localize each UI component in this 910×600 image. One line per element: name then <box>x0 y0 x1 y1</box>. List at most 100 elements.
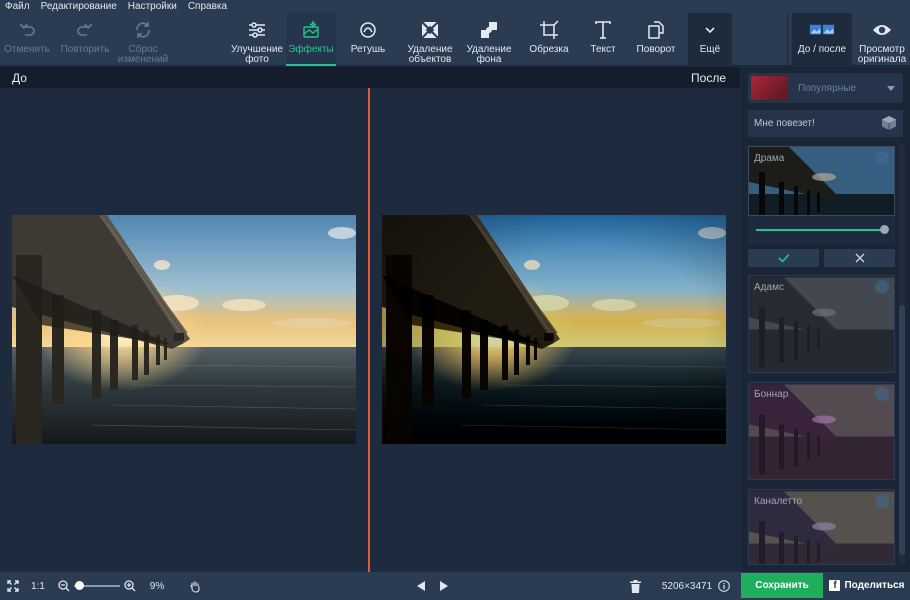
before-after-icon <box>809 17 835 43</box>
toolbar-separator <box>787 13 788 66</box>
zoom-percent: 9% <box>149 580 165 592</box>
zoom-in-button[interactable] <box>122 572 138 600</box>
enhance-label: Улучшение фото <box>231 44 283 65</box>
menu-edit[interactable]: Редактирование <box>36 0 123 13</box>
zoom-out-icon <box>58 580 70 592</box>
effect-card-canaletto[interactable]: Каналетто <box>748 489 895 565</box>
rotate-label: Поворот <box>636 44 676 55</box>
effects-scrollbar[interactable] <box>899 145 905 565</box>
redo-label: Повторить <box>60 44 110 55</box>
zoom-slider-handle[interactable] <box>74 581 84 590</box>
info-icon <box>718 580 730 592</box>
checkmark-icon <box>777 253 790 263</box>
effect-name: Каналетто <box>754 496 803 507</box>
rotate-button[interactable]: Поворот <box>630 13 682 66</box>
retouch-button[interactable]: Ретушь <box>340 13 396 66</box>
save-label: Сохранить <box>755 580 809 591</box>
close-icon <box>855 253 864 263</box>
actual-size-label: 1:1 <box>31 580 45 592</box>
effect-name: Боннар <box>754 389 789 400</box>
remove-objects-icon <box>417 17 443 43</box>
undo-icon <box>14 17 40 43</box>
zoom-value: 9% <box>142 572 172 600</box>
share-button[interactable]: f Поделиться <box>826 573 908 598</box>
text-button[interactable]: Текст <box>580 13 626 66</box>
crop-label: Обрезка <box>529 44 569 55</box>
remove-objects-button[interactable]: Удаление объектов <box>400 13 460 66</box>
facebook-icon: f <box>829 580 841 591</box>
zoom-out-button[interactable] <box>56 572 72 600</box>
previous-image-button[interactable] <box>412 572 430 600</box>
crop-button[interactable]: Обрезка <box>522 13 576 66</box>
menu-settings[interactable]: Настройки <box>123 0 183 13</box>
remove-background-button[interactable]: Удаление фона <box>460 13 518 66</box>
crop-icon <box>536 17 562 43</box>
effect-card-bonnard[interactable]: Боннар <box>748 382 895 480</box>
pan-hand-button[interactable] <box>184 572 206 600</box>
delete-button[interactable] <box>624 572 646 600</box>
text-label: Текст <box>590 44 616 55</box>
dice-icon <box>881 115 897 134</box>
reset-icon <box>130 17 156 43</box>
next-image-button[interactable] <box>434 572 452 600</box>
apply-effect-button[interactable] <box>748 249 819 267</box>
cancel-effect-button[interactable] <box>824 249 895 267</box>
category-label: Популярные <box>798 82 857 94</box>
menu-bar: Файл Редактирование Настройки Справка <box>0 0 910 13</box>
zoom-in-icon <box>124 580 136 592</box>
effect-strength-handle[interactable] <box>880 225 889 234</box>
after-label: После <box>691 71 726 85</box>
redo-button[interactable]: Повторить <box>56 13 114 66</box>
effect-category-dropdown[interactable]: Популярные <box>748 73 903 103</box>
menu-help[interactable]: Справка <box>183 0 233 13</box>
effects-icon <box>298 17 324 43</box>
image-info-button[interactable] <box>716 572 732 600</box>
effect-card-adams[interactable]: Адамс <box>748 275 895 373</box>
reset-label: Сброс изменений <box>117 44 169 65</box>
feeling-lucky-label: Мне повезет! <box>754 118 815 129</box>
effect-strength-slider[interactable] <box>756 229 886 231</box>
hand-icon <box>190 581 200 593</box>
check-circle-icon <box>875 494 889 508</box>
arrow-left-icon <box>416 581 425 591</box>
rotate-icon <box>643 17 669 43</box>
toolbar: Отменить Повторить Сброс изменений Улучш… <box>0 13 910 66</box>
before-label: До <box>12 71 27 85</box>
image-dimensions-text: 5206×3471 <box>661 580 713 592</box>
effect-card-drama[interactable]: Драма <box>748 146 895 216</box>
more-label: Ещё <box>699 44 721 55</box>
eye-icon <box>869 17 895 43</box>
after-photo <box>382 215 726 444</box>
image-dimensions: 5206×3471 <box>656 572 718 600</box>
menu-file[interactable]: Файл <box>0 0 36 13</box>
category-thumbnail <box>751 76 788 100</box>
remove-background-label: Удаление фона <box>466 44 512 65</box>
remove-objects-label: Удаление объектов <box>407 44 453 65</box>
undo-label: Отменить <box>4 44 50 55</box>
before-after-button[interactable]: До / после <box>792 13 852 66</box>
compare-label-bar: До После <box>0 67 740 88</box>
before-photo <box>12 215 356 444</box>
share-label: Поделиться <box>844 580 905 591</box>
compare-divider-handle[interactable] <box>368 88 370 572</box>
more-button[interactable]: Ещё <box>688 13 732 66</box>
check-circle-icon <box>875 387 889 401</box>
remove-background-icon <box>476 17 502 43</box>
fullscreen-button[interactable] <box>2 572 24 600</box>
redo-icon <box>72 17 98 43</box>
preview-original-label: Просмотр оригинала <box>857 44 907 65</box>
save-button[interactable]: Сохранить <box>741 573 823 598</box>
enhance-button[interactable]: Улучшение фото <box>228 13 286 66</box>
text-icon <box>590 17 616 43</box>
feeling-lucky-button[interactable]: Мне повезет! <box>748 110 903 137</box>
check-circle-icon <box>875 151 889 165</box>
reset-button[interactable]: Сброс изменений <box>114 13 172 66</box>
actual-size-button[interactable]: 1:1 <box>26 572 50 600</box>
sliders-icon <box>244 17 270 43</box>
effects-tab[interactable]: Эффекты <box>286 13 336 66</box>
preview-original-button[interactable]: Просмотр оригинала <box>854 13 910 66</box>
undo-button[interactable]: Отменить <box>0 13 54 66</box>
scrollbar-thumb[interactable] <box>899 305 905 555</box>
expand-icon <box>7 580 19 592</box>
effect-name: Адамс <box>754 282 784 293</box>
